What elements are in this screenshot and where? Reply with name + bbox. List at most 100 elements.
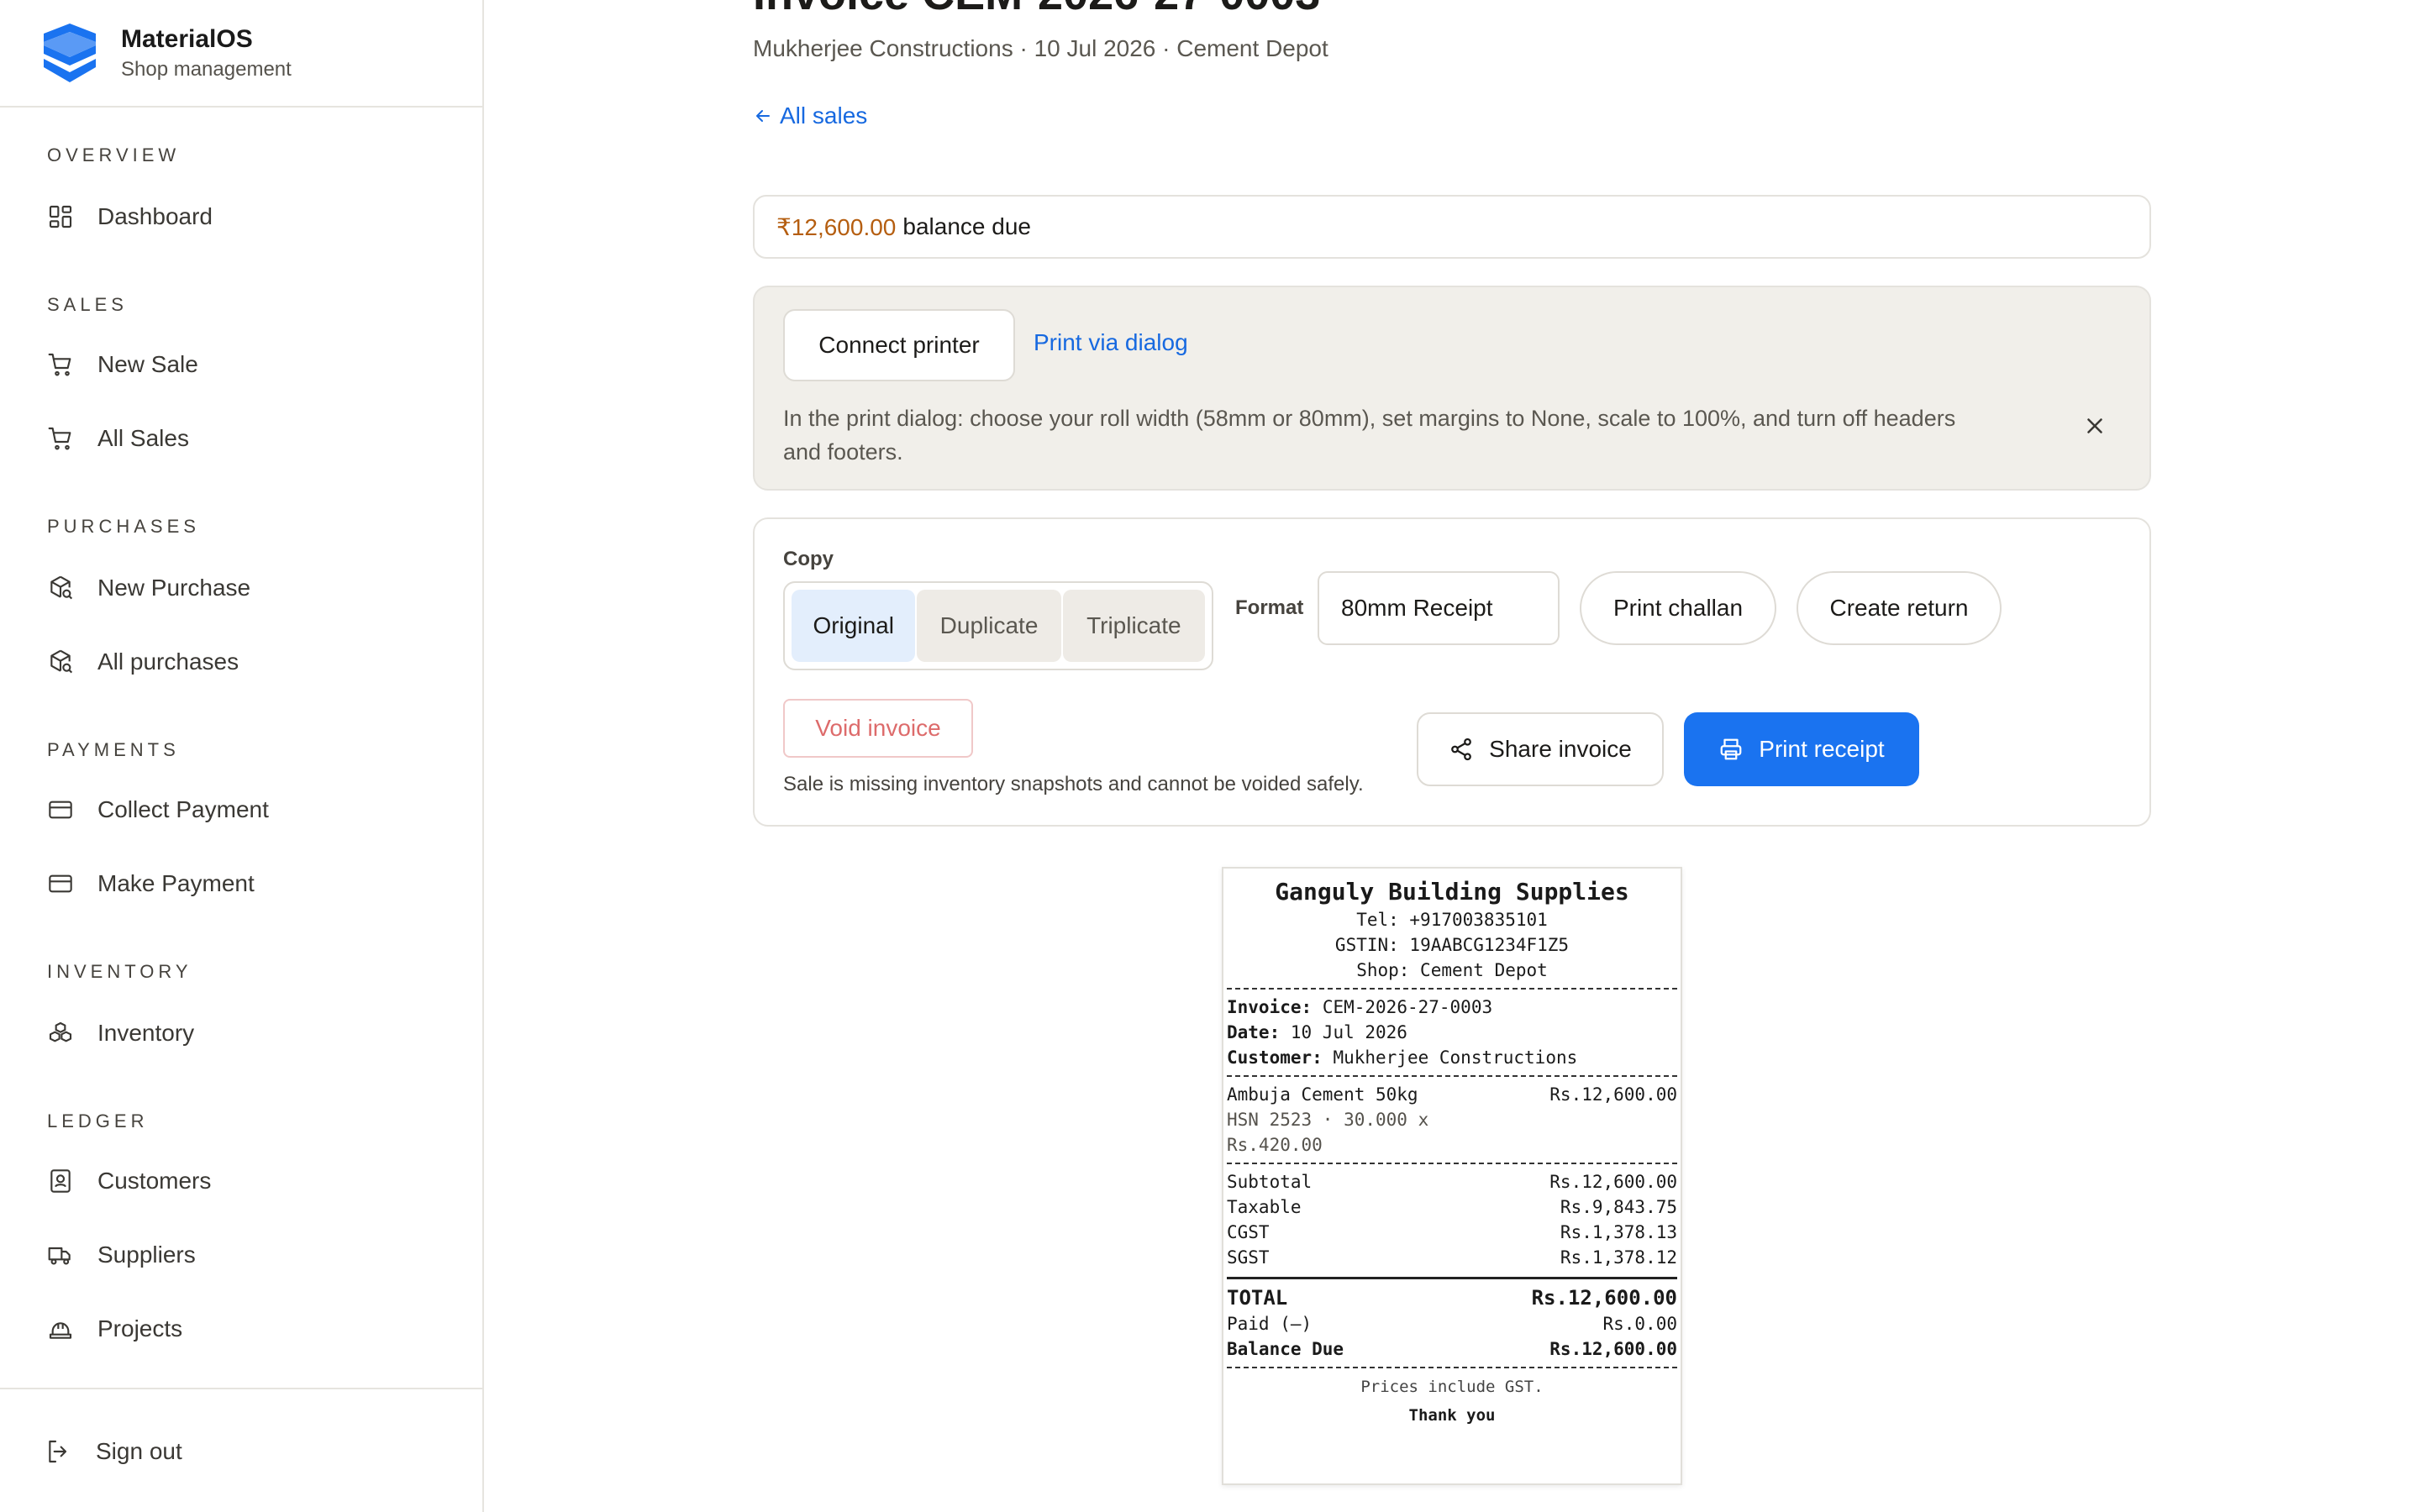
- print-challan-button[interactable]: Print challan: [1580, 571, 1776, 645]
- receipt-total-row: Taxable Rs.9,843.75: [1227, 1194, 1677, 1220]
- close-icon[interactable]: [2082, 413, 2107, 438]
- divider: [0, 106, 482, 108]
- back-link-label: All sales: [780, 102, 868, 129]
- receipt-total-row: SGST Rs.1,378.12: [1227, 1245, 1677, 1270]
- sign-out-button[interactable]: Sign out: [45, 1426, 457, 1477]
- copy-selector: Original Duplicate Triplicate: [783, 581, 1213, 670]
- back-to-all-sales-link[interactable]: All sales: [753, 102, 867, 129]
- sidebar-item-label: Customers: [97, 1168, 212, 1194]
- sidebar-item-make-payment[interactable]: Make Payment: [47, 858, 459, 909]
- sidebar-item-all-purchases[interactable]: All purchases: [47, 637, 459, 687]
- receipt-divider: [1227, 1163, 1677, 1164]
- receipt-balance-label: Balance Due: [1227, 1339, 1344, 1359]
- receipt-sgst-value: Rs.1,378.12: [1560, 1247, 1677, 1268]
- brand-logo-icon: [44, 24, 96, 82]
- share-invoice-button[interactable]: Share invoice: [1417, 712, 1664, 786]
- sidebar-item-all-sales[interactable]: All Sales: [47, 413, 459, 464]
- receipt-gstin: GSTIN: 19AABCG1234F1Z5: [1334, 935, 1570, 955]
- balance-due-banner: ₹12,600.00 balance due: [753, 195, 2151, 259]
- sidebar-item-label: Make Payment: [97, 870, 255, 896]
- print-receipt-button[interactable]: Print receipt: [1684, 712, 1919, 786]
- sidebar-item-label: Inventory: [97, 1020, 195, 1046]
- sidebar-item-collect-payment[interactable]: Collect Payment: [47, 785, 459, 835]
- sidebar: MaterialOS Shop management OVERVIEW Dash…: [0, 0, 484, 1512]
- section-title-sales: SALES: [47, 294, 128, 315]
- create-return-button[interactable]: Create return: [1797, 571, 2002, 645]
- receipt-cgst-value: Rs.1,378.13: [1560, 1222, 1677, 1242]
- void-invoice-button[interactable]: Void invoice: [783, 699, 973, 758]
- truck-icon: [47, 1242, 74, 1268]
- sidebar-item-label: All purchases: [97, 648, 239, 675]
- receipt-grand-total-value: Rs.12,600.00: [1531, 1286, 1677, 1310]
- balance-amount: ₹12,600.00: [776, 213, 897, 240]
- print-via-dialog-link[interactable]: Print via dialog: [1034, 329, 1188, 356]
- cart-icon: [47, 425, 74, 452]
- receipt-date-line: Date: 10 Jul 2026: [1227, 1020, 1677, 1045]
- sidebar-item-dashboard[interactable]: Dashboard: [47, 192, 459, 242]
- section-title-payments: PAYMENTS: [47, 739, 180, 760]
- format-label: Format: [1235, 596, 1304, 619]
- sidebar-item-suppliers[interactable]: Suppliers: [47, 1230, 459, 1280]
- sidebar-item-projects[interactable]: Projects: [47, 1304, 459, 1354]
- contact-icon: [47, 1168, 74, 1194]
- receipt-date-value: 10 Jul 2026: [1290, 1022, 1407, 1042]
- sidebar-item-label: New Sale: [97, 351, 198, 377]
- sidebar-item-inventory[interactable]: Inventory: [47, 1008, 459, 1058]
- copy-label: Copy: [783, 548, 834, 570]
- sign-out-label: Sign out: [96, 1438, 182, 1464]
- receipt-customer-key: Customer:: [1227, 1047, 1323, 1068]
- sidebar-item-label: Dashboard: [97, 203, 213, 229]
- receipt-grand-total-label: TOTAL: [1227, 1286, 1288, 1310]
- brand-subtitle: Shop management: [121, 58, 292, 81]
- brand[interactable]: MaterialOS Shop management: [40, 22, 292, 84]
- receipt-preview: Ganguly Building Supplies Tel: +91700383…: [1222, 867, 1682, 1485]
- receipt-item-name: Ambuja Cement 50kg: [1227, 1084, 1418, 1105]
- receipt-shop-name: Ganguly Building Supplies: [1275, 878, 1629, 906]
- print-dialog-hint: In the print dialog: choose your roll wi…: [783, 406, 1956, 465]
- receipt-taxable-label: Taxable: [1227, 1197, 1302, 1217]
- receipt-subtotal-label: Subtotal: [1227, 1172, 1313, 1192]
- format-select[interactable]: 80mm Receipt: [1318, 571, 1560, 645]
- copy-option-original[interactable]: Original: [792, 590, 916, 662]
- receipt-total-row: CGST Rs.1,378.13: [1227, 1220, 1677, 1245]
- receipt-divider: [1227, 1277, 1677, 1279]
- receipt-invoice-key: Invoice:: [1227, 997, 1313, 1017]
- sidebar-item-label: Suppliers: [97, 1242, 196, 1268]
- receipt-paid-row: Paid (—) Rs.0.00: [1227, 1311, 1677, 1336]
- receipt-paid-value: Rs.0.00: [1602, 1314, 1677, 1334]
- sidebar-item-new-purchase[interactable]: New Purchase: [47, 563, 459, 613]
- copy-option-duplicate[interactable]: Duplicate: [917, 590, 1061, 662]
- arrow-left-icon: [756, 110, 770, 122]
- section-title-ledger: LEDGER: [47, 1110, 149, 1131]
- connect-printer-button[interactable]: Connect printer: [783, 309, 1015, 381]
- receipt-paid-label: Paid (—): [1227, 1314, 1313, 1334]
- hard-hat-icon: [47, 1315, 74, 1342]
- credit-card-icon: [47, 796, 74, 823]
- receipt-item-rate: Rs.420.00: [1227, 1135, 1323, 1155]
- log-out-icon: [45, 1438, 72, 1465]
- print-help-panel: Connect printer Print via dialog In the …: [753, 286, 2151, 491]
- sidebar-item-label: Collect Payment: [97, 796, 269, 822]
- receipt-divider: [1227, 1367, 1677, 1368]
- divider: [0, 1388, 482, 1389]
- copy-option-triplicate[interactable]: Triplicate: [1062, 590, 1205, 662]
- receipt-item-detail: HSN 2523 · 30.000 x: [1227, 1110, 1429, 1130]
- receipt-shop-line: Shop: Cement Depot: [1356, 960, 1548, 980]
- package-search-icon: [47, 648, 74, 675]
- section-title-purchases: PURCHASES: [47, 516, 200, 537]
- receipt-divider: [1227, 988, 1677, 990]
- void-disabled-note: Sale is missing inventory snapshots and …: [783, 773, 1364, 795]
- receipt-divider: [1227, 1075, 1677, 1077]
- receipt-cgst-label: CGST: [1227, 1222, 1270, 1242]
- brand-name: MaterialOS: [121, 25, 253, 53]
- boxes-icon: [47, 1020, 74, 1047]
- receipt-thanks: Thank you: [1408, 1406, 1496, 1425]
- cart-icon: [47, 351, 74, 378]
- dashboard-icon: [47, 203, 74, 230]
- receipt-balance-value: Rs.12,600.00: [1549, 1339, 1677, 1359]
- receipt-grand-total-row: TOTAL Rs.12,600.00: [1227, 1284, 1677, 1311]
- sidebar-item-new-sale[interactable]: New Sale: [47, 339, 459, 390]
- sidebar-item-label: Projects: [97, 1315, 183, 1341]
- receipt-item-row: Ambuja Cement 50kg Rs.12,600.00: [1227, 1082, 1677, 1107]
- sidebar-item-customers[interactable]: Customers: [47, 1156, 459, 1206]
